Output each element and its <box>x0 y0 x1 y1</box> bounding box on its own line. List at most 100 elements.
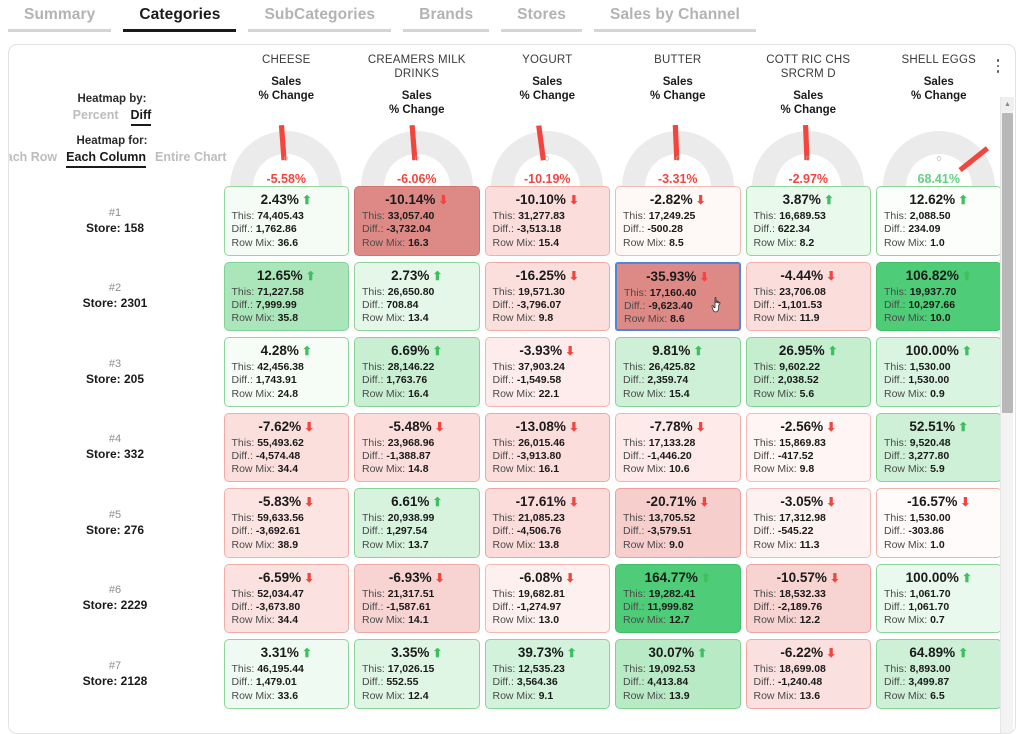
cell-this-line: This: 19,682.81 <box>492 587 565 600</box>
more-options-icon[interactable] <box>991 53 1005 79</box>
heatmap-cell[interactable]: -3.93% ⬇ This: 37,903.24 Diff.: -1,549.58… <box>484 337 610 407</box>
heatmap-for-each-row[interactable]: Each Row <box>9 150 57 168</box>
cell-rowmix-line: Row Mix: 13.7 <box>362 538 429 551</box>
heatmap-for-each-column[interactable]: Each Column <box>66 150 147 168</box>
heatmap-cell[interactable]: 64.89% ⬆ This: 8,893.00 Diff.: 3,499.87 R… <box>876 639 1002 709</box>
scroll-up-icon[interactable]: ▲ <box>1001 97 1014 111</box>
heatmap-cell[interactable]: -20.71% ⬇ This: 13,705.52 Diff.: -3,579.5… <box>615 488 741 558</box>
heatmap-cell[interactable]: -3.05% ⬇ This: 17,312.98 Diff.: -545.22 R… <box>745 488 871 558</box>
cell-diff-line: Diff.: 11,999.82 <box>623 600 694 613</box>
heatmap-for-entire-chart[interactable]: Entire Chart <box>155 150 227 168</box>
cell-this-line: This: 31,277.83 <box>492 210 565 222</box>
cell-this-line: This: 13,705.52 <box>623 512 696 524</box>
cell-this-line: This: 52,034.47 <box>231 587 304 600</box>
heatmap-cell[interactable]: 164.77% ⬆ This: 19,282.41 Diff.: 11,999.8… <box>615 563 741 633</box>
cell-rowmix-line: Row Mix: 36.6 <box>231 236 299 249</box>
gauge-value: 68.41% <box>917 172 960 186</box>
heatmap-cell[interactable]: -2.82% ⬇ This: 17,249.25 Diff.: -500.28 R… <box>615 186 741 256</box>
heatmap-cell[interactable]: -5.83% ⬇ This: 59,633.56 Diff.: -3,692.61… <box>223 488 349 558</box>
heatmap-cell[interactable]: 3.31% ⬆ This: 46,195.44 Diff.: 1,479.01 R… <box>223 639 349 709</box>
heatmap-cell[interactable]: -16.57% ⬇ This: 1,530.00 Diff.: -303.86 R… <box>876 488 1002 558</box>
cell-wrapper: 12.65% ⬆ This: 71,227.58 Diff.: 7,999.99 … <box>221 259 352 335</box>
cell-diff-line: Diff.: 1,297.54 <box>362 525 428 538</box>
heatmap-cell[interactable]: -13.08% ⬇ This: 26,015.46 Diff.: -3,913.8… <box>484 412 610 482</box>
heatmap-cell[interactable]: -2.56% ⬇ This: 15,869.83 Diff.: -417.52 R… <box>745 412 871 482</box>
heatmap-cell[interactable]: -7.62% ⬇ This: 55,493.62 Diff.: -4,574.48… <box>223 412 349 482</box>
heatmap-cell[interactable]: -4.44% ⬇ This: 23,706.08 Diff.: -1,101.53… <box>745 261 871 331</box>
scrollbar-thumb[interactable] <box>1002 113 1013 413</box>
row-store: Store: 276 <box>85 522 145 537</box>
heatmap-cell[interactable]: -10.57% ⬇ This: 18,532.33 Diff.: -2,189.7… <box>745 563 871 633</box>
heatmap-cell[interactable]: 100.00% ⬆ This: 1,061.70 Diff.: 1,061.70 … <box>876 563 1002 633</box>
table-row: #6 Store: 2229 -6.59% ⬇ This: 52,034.47 D… <box>9 561 1004 637</box>
heatmap-cell[interactable]: 6.61% ⬆ This: 20,938.99 Diff.: 1,297.54 R… <box>354 488 480 558</box>
cell-this-line: This: 17,133.28 <box>623 436 696 449</box>
heatmap-cell[interactable]: -7.78% ⬇ This: 17,133.28 Diff.: -1,446.20… <box>615 412 741 482</box>
cell-this-line: This: 26,015.46 <box>492 436 565 449</box>
cell-diff-line: Diff.: -500.28 <box>623 223 683 236</box>
heatmap-cell[interactable]: -35.93% ⬇ This: 17,160.40 Diff.: -9,623.4… <box>615 261 741 331</box>
heatmap-cell[interactable]: -17.61% ⬇ This: 21,085.23 Diff.: -4,506.7… <box>484 488 610 558</box>
cell-this-line: This: 18,532.33 <box>753 587 826 600</box>
cell-this-line: This: 19,092.53 <box>623 663 696 675</box>
cell-percent-change: 2.43% ⬆ <box>260 192 312 207</box>
trend-down-icon: ⬇ <box>568 268 579 283</box>
cell-percent-change: 106.82% ⬆ <box>905 267 972 283</box>
heatmap-cell[interactable]: 52.51% ⬆ This: 9,520.48 Diff.: 3,277.80 R… <box>876 412 1002 482</box>
tab-brands[interactable]: Brands <box>397 0 495 32</box>
row-header: #3 Store: 205 <box>9 334 221 410</box>
heatmap-cell[interactable]: 100.00% ⬆ This: 1,530.00 Diff.: 1,530.00 … <box>876 337 1002 407</box>
heatmap-by-diff[interactable]: Diff <box>130 108 152 126</box>
tab-stores[interactable]: Stores <box>495 0 588 32</box>
cell-rowmix-line: Row Mix: 16.1 <box>492 463 560 476</box>
trend-down-icon: ⬇ <box>699 269 710 284</box>
heatmap-controls: Heatmap by: Percent Diff Heatmap for: Eac… <box>9 93 227 168</box>
heatmap-cell[interactable]: 6.69% ⬆ This: 28,146.22 Diff.: 1,763.76 R… <box>354 337 480 407</box>
heatmap-cell[interactable]: 3.35% ⬆ This: 17,026.15 Diff.: 552.55 Row… <box>354 639 480 709</box>
tab-summary[interactable]: Summary <box>2 0 117 32</box>
tab-subcategories[interactable]: SubCategories <box>242 0 397 32</box>
cell-rowmix-line: Row Mix: 1.0 <box>884 538 945 551</box>
cell-this-line: This: 59,633.56 <box>231 512 304 524</box>
heatmap-cell[interactable]: 2.73% ⬆ This: 26,650.80 Diff.: 708.84 Row… <box>354 261 480 331</box>
cell-percent-change: -20.71% ⬇ <box>646 494 710 509</box>
heatmap-by-percent[interactable]: Percent <box>73 108 119 126</box>
cell-this-line: This: 26,425.82 <box>623 361 696 373</box>
cell-diff-line: Diff.: 3,277.80 <box>884 449 950 462</box>
heatmap-cell[interactable]: 106.82% ⬆ This: 19,937.70 Diff.: 10,297.6… <box>876 261 1002 331</box>
heatmap-cell[interactable]: -6.22% ⬇ This: 18,699.08 Diff.: -1,240.48… <box>745 639 871 709</box>
heatmap-cell[interactable]: -10.14% ⬇ This: 33,057.40 Diff.: -3,732.0… <box>354 186 480 256</box>
vertical-scrollbar[interactable]: ▲ <box>1000 97 1014 733</box>
heatmap-cell[interactable]: -10.10% ⬇ This: 31,277.83 Diff.: -3,513.1… <box>484 186 610 256</box>
cell-wrapper: -16.57% ⬇ This: 1,530.00 Diff.: -303.86 R… <box>874 485 1005 561</box>
heatmap-cell[interactable]: -5.48% ⬇ This: 23,968.96 Diff.: -1,388.87… <box>354 412 480 482</box>
cell-rowmix-line: Row Mix: 9.1 <box>492 689 554 702</box>
cell-wrapper: -35.93% ⬇ This: 17,160.40 Diff.: -9,623.4… <box>613 259 744 335</box>
heatmap-cell[interactable]: -16.25% ⬇ This: 19,571.30 Diff.: -3,796.0… <box>484 261 610 331</box>
heatmap-cell[interactable]: 3.87% ⬆ This: 16,689.53 Diff.: 622.34 Row… <box>745 186 871 256</box>
cell-percent-change: -5.83% ⬇ <box>258 494 315 509</box>
heatmap-cell[interactable]: 9.81% ⬆ This: 26,425.82 Diff.: 2,359.74 R… <box>615 337 741 407</box>
column-metric-line2: % Change <box>519 90 576 102</box>
cell-percent-change: -16.57% ⬇ <box>907 494 971 509</box>
heatmap-cell[interactable]: 26.95% ⬆ This: 9,602.22 Diff.: 2,038.52 R… <box>745 337 871 407</box>
heatmap-cell[interactable]: 2.43% ⬆ This: 74,405.43 Diff.: 1,762.86 R… <box>223 186 349 256</box>
heatmap-cell[interactable]: 12.65% ⬆ This: 71,227.58 Diff.: 7,999.99 … <box>223 261 349 331</box>
cell-percent-change: -16.25% ⬇ <box>515 267 579 283</box>
gauge-chart: 0 -3.31% <box>610 121 746 189</box>
cell-wrapper: -4.44% ⬇ This: 23,706.08 Diff.: -1,101.53… <box>743 259 874 335</box>
tab-categories[interactable]: Categories <box>117 0 242 32</box>
heatmap-cell[interactable]: -6.93% ⬇ This: 21,317.51 Diff.: -1,587.61… <box>354 563 480 633</box>
heatmap-cell[interactable]: -6.59% ⬇ This: 52,034.47 Diff.: -3,673.80… <box>223 563 349 633</box>
heatmap-cell[interactable]: -6.08% ⬇ This: 19,682.81 Diff.: -1,274.97… <box>484 563 610 633</box>
tab-sales-by-channel[interactable]: Sales by Channel <box>588 0 762 32</box>
heatmap-cell[interactable]: 39.73% ⬆ This: 12,535.23 Diff.: 3,564.36 … <box>484 639 610 709</box>
cell-rowmix-line: Row Mix: 13.8 <box>492 538 560 551</box>
heatmap-cell[interactable]: 4.28% ⬆ This: 42,456.38 Diff.: 1,743.91 R… <box>223 337 349 407</box>
cell-rowmix-line: Row Mix: 15.4 <box>623 387 690 400</box>
cell-percent-change: 2.73% ⬆ <box>391 267 443 283</box>
heatmap-cell[interactable]: 30.07% ⬆ This: 19,092.53 Diff.: 4,413.84 … <box>615 639 741 709</box>
trend-down-icon: ⬇ <box>434 419 445 434</box>
table-row: #5 Store: 276 -5.83% ⬇ This: 59,633.56 Di… <box>9 485 1004 561</box>
heatmap-cell[interactable]: 12.62% ⬆ This: 2,088.50 Diff.: 234.09 Row… <box>876 186 1002 256</box>
